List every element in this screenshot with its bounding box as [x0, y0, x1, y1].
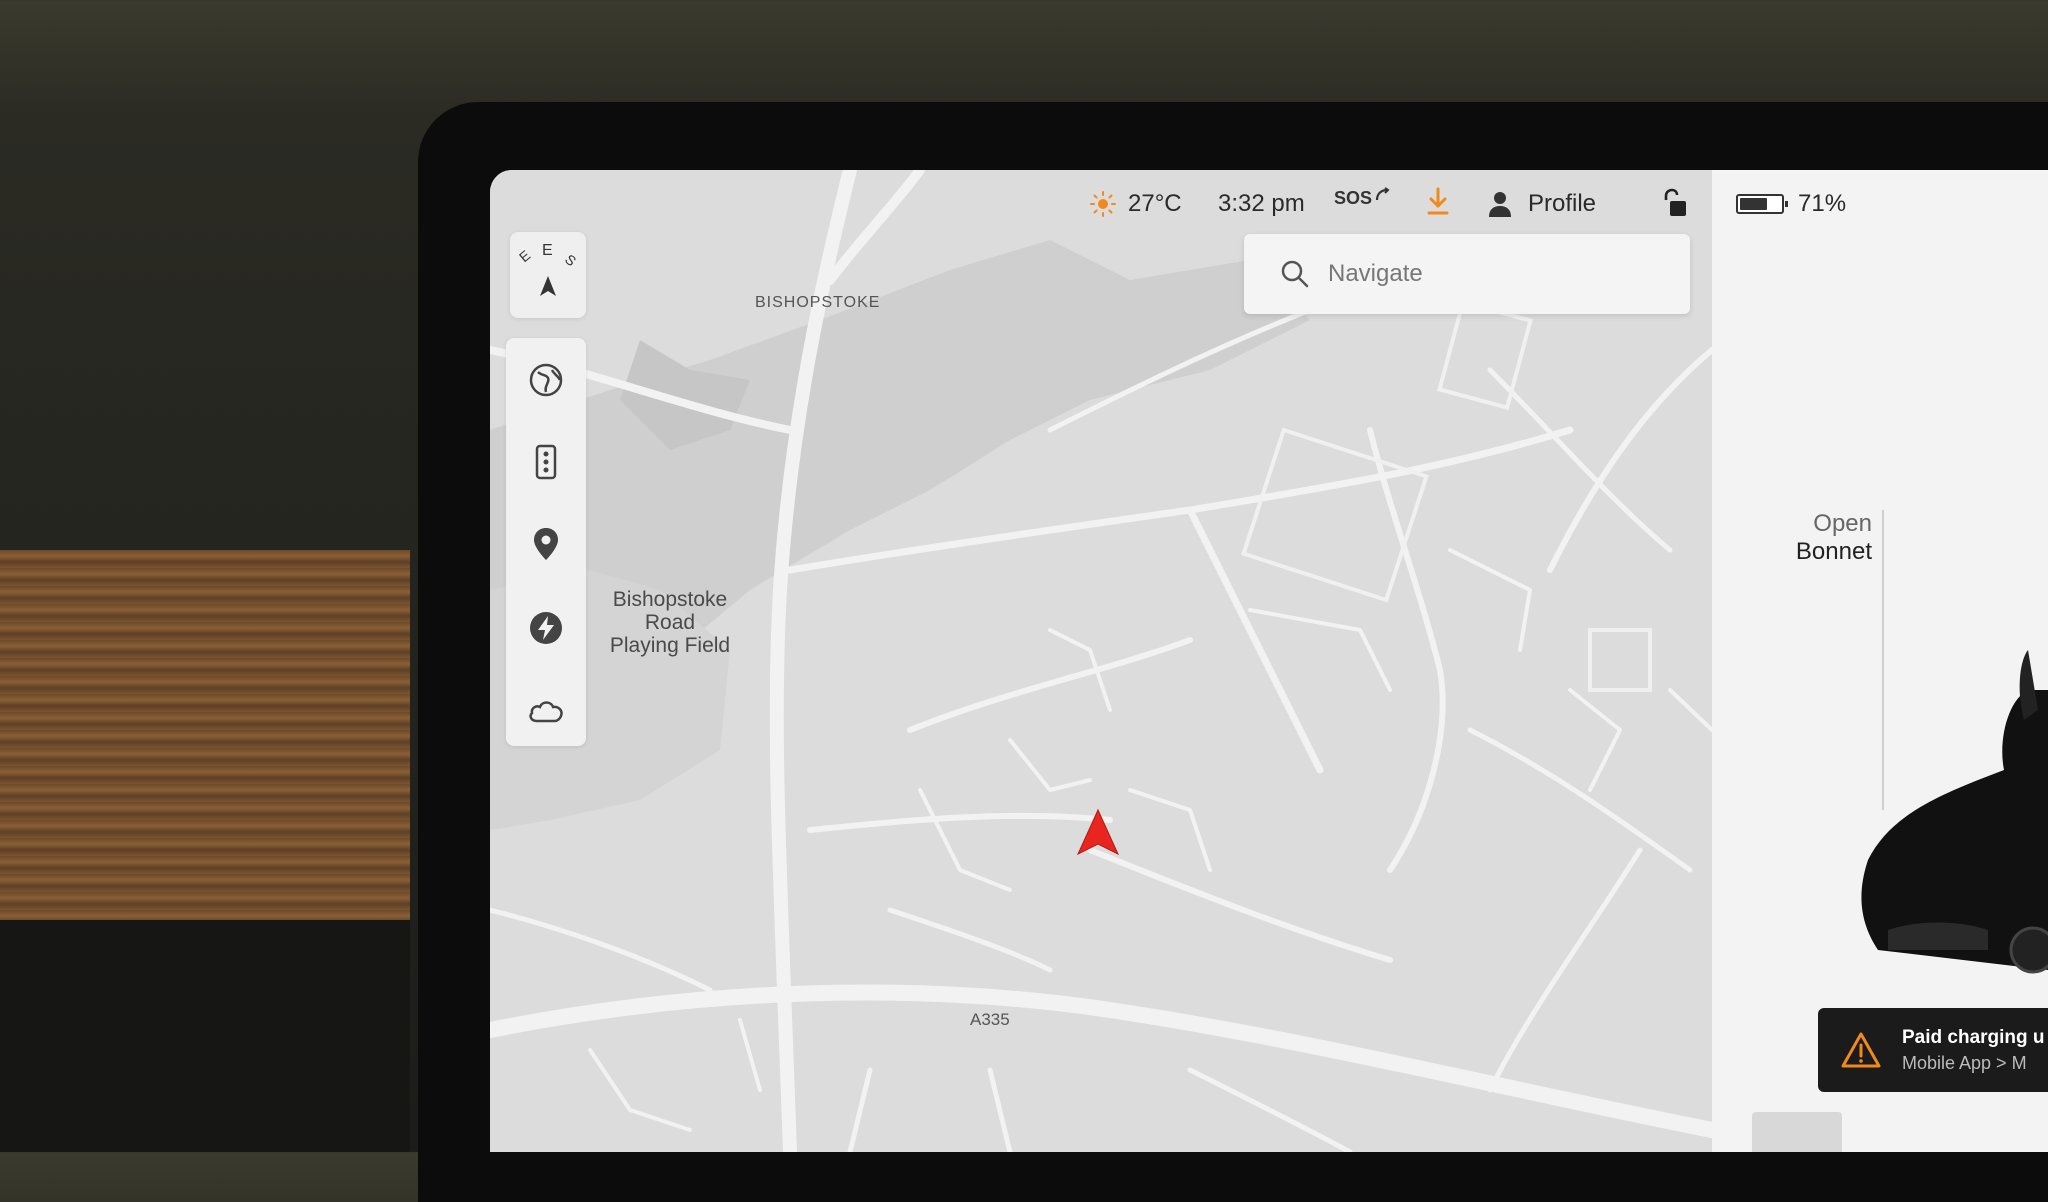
clock-text: 3:32 pm [1218, 190, 1305, 217]
compass-letter-e: E [542, 242, 553, 259]
weather-icon [529, 701, 563, 723]
warning-icon [1841, 1032, 1881, 1068]
sos-icon [1375, 186, 1390, 200]
battery-status: 71% [1736, 190, 1846, 218]
battery-icon [1736, 194, 1788, 214]
map-label-park-line2: Road [644, 611, 696, 634]
car-image [1861, 650, 2048, 974]
sos-label: SOS [1334, 188, 1373, 208]
profile-button[interactable]: Profile [1488, 190, 1596, 218]
car-panel: Open Bonnet Paid charging u Mobile App >… [1712, 170, 2048, 1152]
profile-label: Profile [1528, 190, 1597, 217]
compass-widget[interactable]: E E S [510, 232, 586, 318]
map-toolbar [506, 338, 586, 746]
person-icon [1489, 192, 1511, 217]
map-roads [490, 170, 1712, 1152]
panel-bottom-strip [1752, 1112, 1842, 1152]
navigate-search-bar[interactable]: Navigate [1244, 234, 1690, 314]
battery-percent: 71% [1798, 190, 1847, 217]
map-view[interactable]: E E S BISHOPSTOKE Bishopstoke Road Playi… [490, 170, 1712, 1152]
temperature-text: 27°C [1128, 190, 1182, 217]
alert-line1: Paid charging u [1902, 1026, 2045, 1048]
paid-charging-alert[interactable]: Paid charging u Mobile App > M [1818, 1008, 2048, 1092]
open-label: Open [1813, 510, 1872, 537]
background-shelf [0, 920, 410, 1152]
battery-fill [1740, 198, 1768, 210]
charge-icon [530, 612, 562, 644]
pin-button[interactable] [526, 524, 566, 564]
north-arrow-icon [540, 276, 556, 296]
map-label-area: BISHOPSTOKE [755, 294, 881, 311]
download-button[interactable] [1426, 186, 1450, 216]
lock-button[interactable] [1662, 188, 1688, 218]
map-label-park-line1: Bishopstoke [612, 588, 728, 611]
traffic-icon [535, 444, 557, 480]
open-bonnet-control[interactable]: Open Bonnet [1752, 510, 1872, 566]
map-label-park: Bishopstoke Road Playing Field [570, 588, 770, 657]
download-icon [1427, 187, 1449, 215]
sun-icon [1090, 191, 1116, 217]
map-label-park-line3: Playing Field [609, 634, 731, 657]
map-label-road: A335 [970, 1010, 1010, 1029]
traffic-button[interactable] [526, 442, 566, 482]
alert-line2: Mobile App > M [1902, 1052, 2027, 1073]
vehicle-position-arrow-icon [1076, 808, 1120, 856]
unlock-icon [1664, 188, 1686, 216]
car-display: E E S BISHOPSTOKE Bishopstoke Road Playi… [490, 170, 2048, 1152]
weather-button[interactable] [526, 690, 566, 730]
charging-button[interactable] [526, 608, 566, 648]
bonnet-label: Bonnet [1795, 538, 1872, 565]
compass-letter-ne: E [515, 246, 534, 266]
globe-button[interactable] [526, 360, 566, 400]
background-wood [0, 550, 410, 920]
search-placeholder: Navigate [1328, 260, 1423, 287]
weather-status: 27°C [1090, 190, 1182, 218]
pin-icon [534, 528, 558, 560]
sos-button[interactable]: SOS [1334, 186, 1390, 209]
alert-text: Paid charging u Mobile App > M [1902, 1027, 2045, 1074]
search-icon [1281, 260, 1309, 288]
compass-letter-s: S [561, 250, 580, 270]
globe-icon [529, 363, 563, 397]
